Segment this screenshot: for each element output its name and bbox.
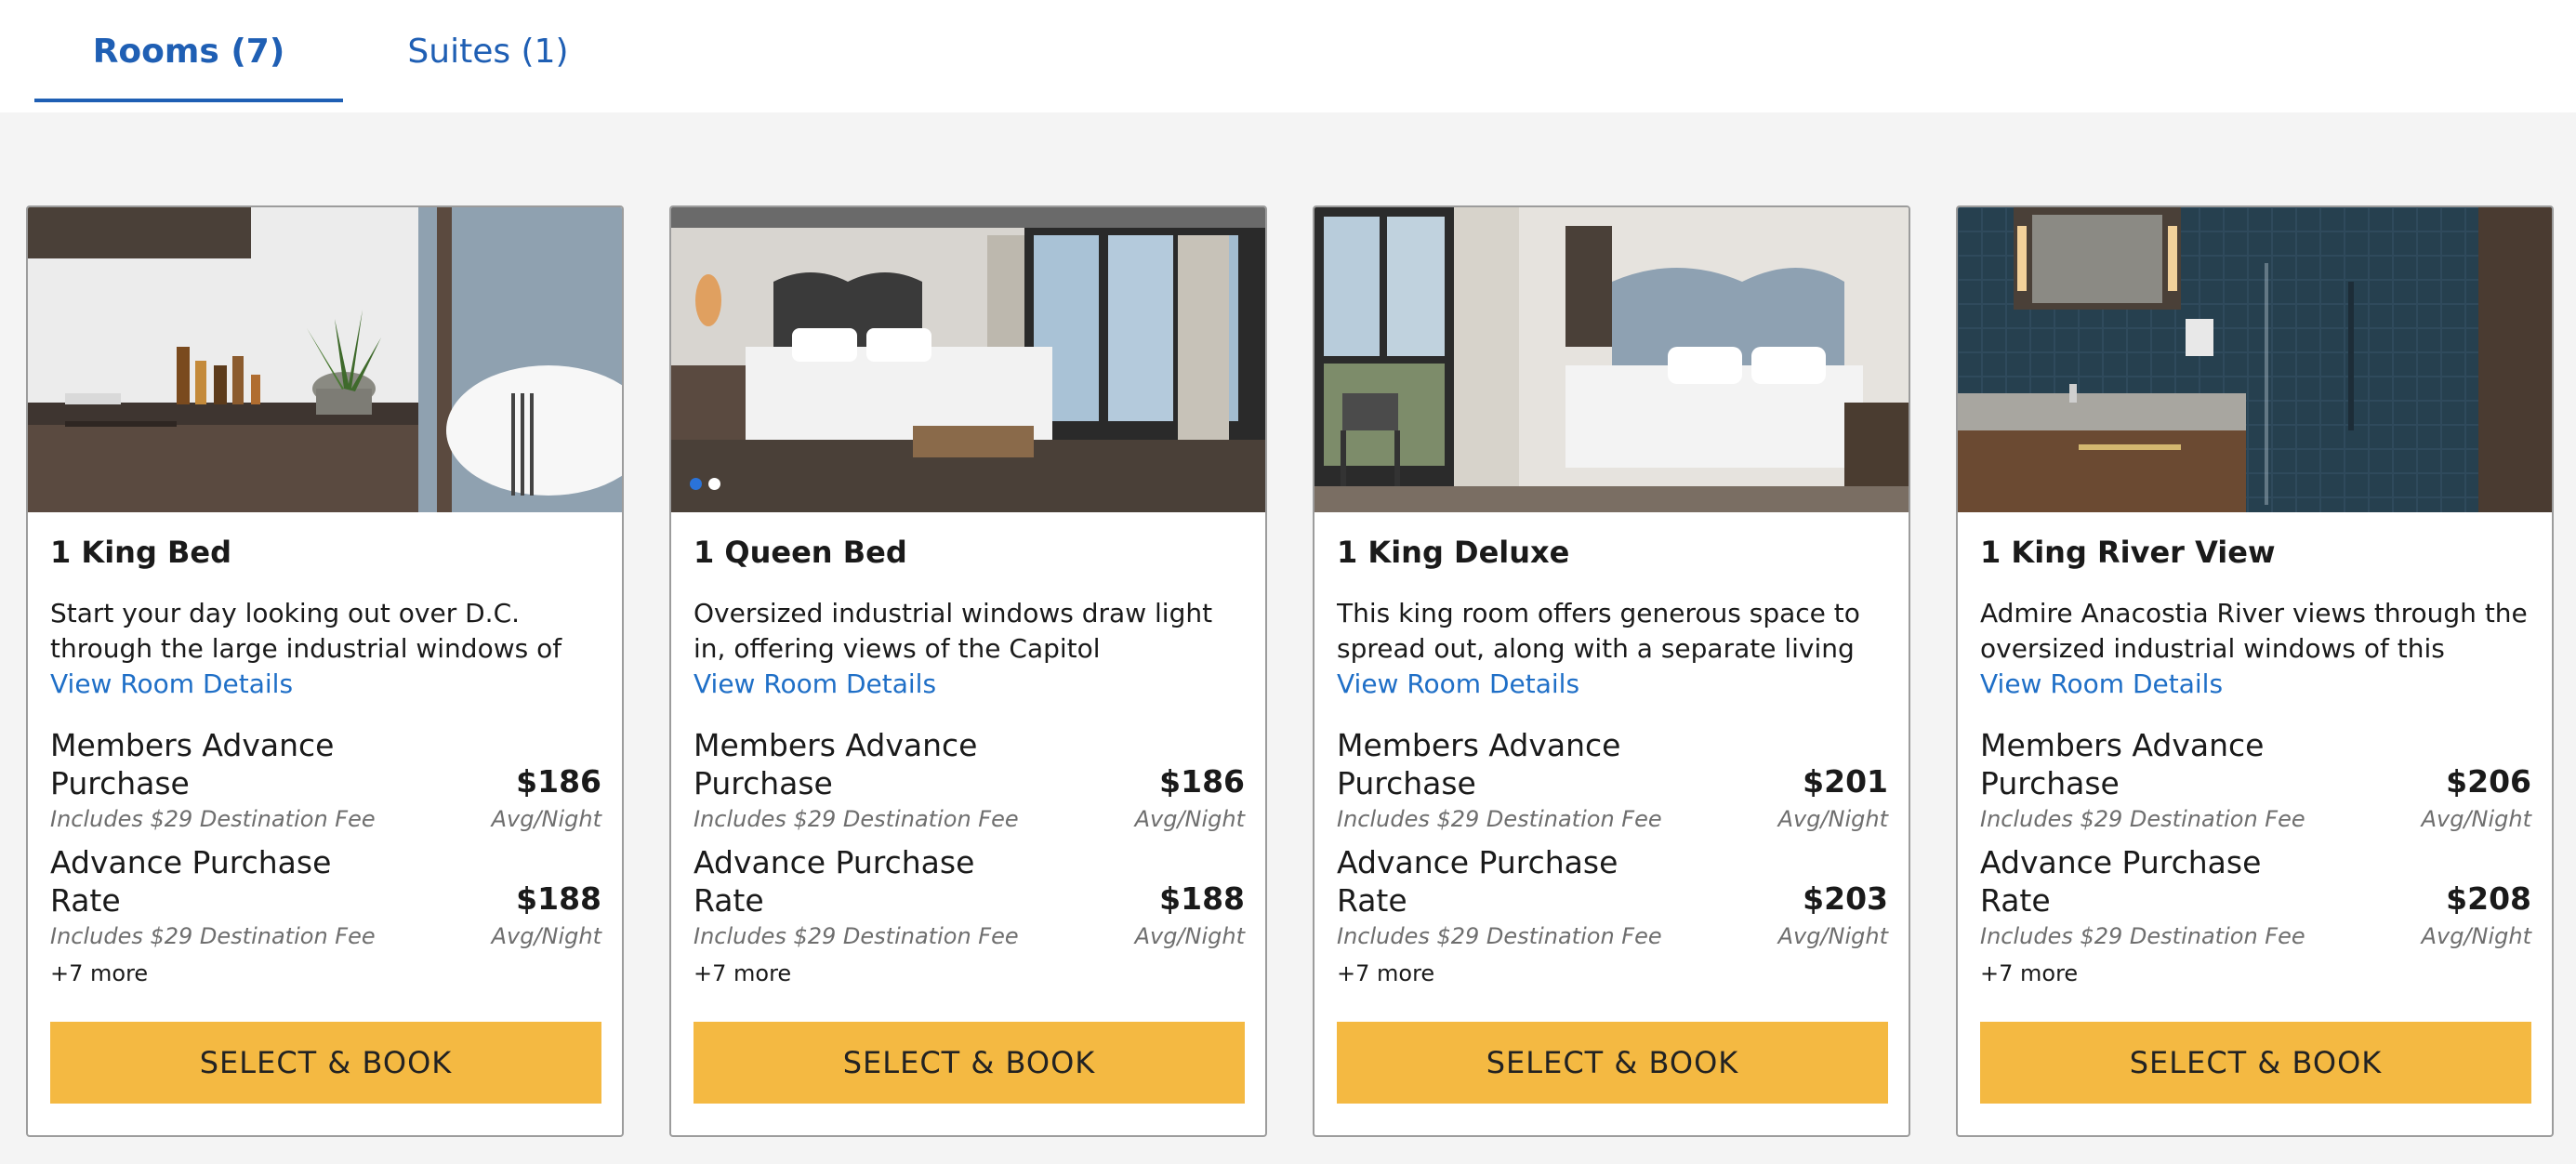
rate-unit: Avg/Night [1134,806,1245,832]
rate-option: Advance Purchase Rate $208 Includes $29 … [1980,843,2531,949]
room-card: 1 King Bed Start your day looking out ov… [26,205,624,1137]
rate-fee-note: Includes $29 Destination Fee [1980,806,2305,832]
rate-unit: Avg/Night [2421,923,2531,949]
carousel-dot[interactable] [708,478,720,490]
rate-option: Advance Purchase Rate $188 Includes $29 … [694,843,1245,949]
room-photo[interactable] [1314,207,1909,512]
rate-unit: Avg/Night [1134,923,1245,949]
rate-option: Members Advance Purchase $206 Includes $… [1980,726,2531,832]
room-photo[interactable] [671,207,1265,512]
rate-price: $203 [1803,880,1888,917]
rate-name: Members Advance Purchase [1980,727,2265,801]
room-description: Start your day looking out over D.C. thr… [50,598,562,664]
room-title: 1 King Deluxe [1337,535,1570,570]
room-description: Oversized industrial windows draw light … [694,598,1213,664]
more-rates-link[interactable]: +7 more [694,960,791,986]
rate-unit: Avg/Night [1777,923,1888,949]
rate-fee-note: Includes $29 Destination Fee [1337,806,1662,832]
rate-name: Members Advance Purchase [694,727,978,801]
room-photo-king-deluxe [1314,207,1909,512]
rate-name: Advance Purchase Rate [1980,844,2262,919]
room-title: 1 Queen Bed [694,535,907,570]
rate-price: $186 [1159,763,1245,800]
room-type-tabs: Rooms (7) Suites (1) [0,0,2576,112]
rate-name: Members Advance Purchase [50,727,335,801]
select-and-book-button[interactable]: SELECT & BOOK [694,1022,1245,1104]
room-title: 1 King River View [1980,535,2276,570]
rate-fee-note: Includes $29 Destination Fee [50,806,376,832]
rate-name: Members Advance Purchase [1337,727,1621,801]
rate-option: Members Advance Purchase $201 Includes $… [1337,726,1888,832]
rate-price: $201 [1803,763,1888,800]
carousel-dot-active[interactable] [690,478,702,490]
tab-rooms[interactable]: Rooms (7) [34,0,343,102]
more-rates-link[interactable]: +7 more [1980,960,2078,986]
rate-option: Advance Purchase Rate $203 Includes $29 … [1337,843,1888,949]
rate-fee-note: Includes $29 Destination Fee [694,806,1019,832]
carousel-indicator[interactable] [690,478,720,490]
room-photo-bar-cart [28,207,622,512]
rate-price: $206 [2446,763,2531,800]
rate-price: $208 [2446,880,2531,917]
rate-unit: Avg/Night [2421,806,2531,832]
more-rates-link[interactable]: +7 more [1337,960,1434,986]
rate-name: Advance Purchase Rate [1337,844,1618,919]
view-room-details-link[interactable]: View Room Details [694,667,936,702]
view-room-details-link[interactable]: View Room Details [1337,667,1579,702]
rate-unit: Avg/Night [1777,806,1888,832]
view-room-details-link[interactable]: View Room Details [1980,667,2223,702]
rate-fee-note: Includes $29 Destination Fee [1980,923,2305,949]
rate-fee-note: Includes $29 Destination Fee [694,923,1019,949]
room-card: 1 Queen Bed Oversized industrial windows… [669,205,1267,1137]
room-description: Admire Anacostia River views through the… [1980,598,2528,664]
rate-price: $186 [516,763,601,800]
rate-option: Advance Purchase Rate $188 Includes $29 … [50,843,601,949]
select-and-book-button[interactable]: SELECT & BOOK [1337,1022,1888,1104]
select-and-book-button[interactable]: SELECT & BOOK [1980,1022,2531,1104]
room-photo-bathroom [1958,207,2552,512]
room-card: 1 King Deluxe This king room offers gene… [1313,205,1910,1137]
room-title: 1 King Bed [50,535,231,570]
room-photo[interactable] [1958,207,2552,512]
room-photo[interactable] [28,207,622,512]
more-rates-link[interactable]: +7 more [50,960,148,986]
rate-option: Members Advance Purchase $186 Includes $… [694,726,1245,832]
rate-name: Advance Purchase Rate [50,844,332,919]
rate-unit: Avg/Night [491,806,601,832]
view-room-details-link[interactable]: View Room Details [50,667,293,702]
select-and-book-button[interactable]: SELECT & BOOK [50,1022,601,1104]
rate-price: $188 [1159,880,1245,917]
rate-fee-note: Includes $29 Destination Fee [50,923,376,949]
room-card: 1 King River View Admire Anacostia River… [1956,205,2554,1137]
room-description: This king room offers generous space to … [1337,598,1860,664]
rate-unit: Avg/Night [491,923,601,949]
rate-fee-note: Includes $29 Destination Fee [1337,923,1662,949]
rate-price: $188 [516,880,601,917]
active-tab-indicator [34,99,343,102]
room-photo-queen-bed [671,207,1265,512]
rate-name: Advance Purchase Rate [694,844,975,919]
tab-suites[interactable]: Suites (1) [372,0,604,102]
rate-option: Members Advance Purchase $186 Includes $… [50,726,601,832]
